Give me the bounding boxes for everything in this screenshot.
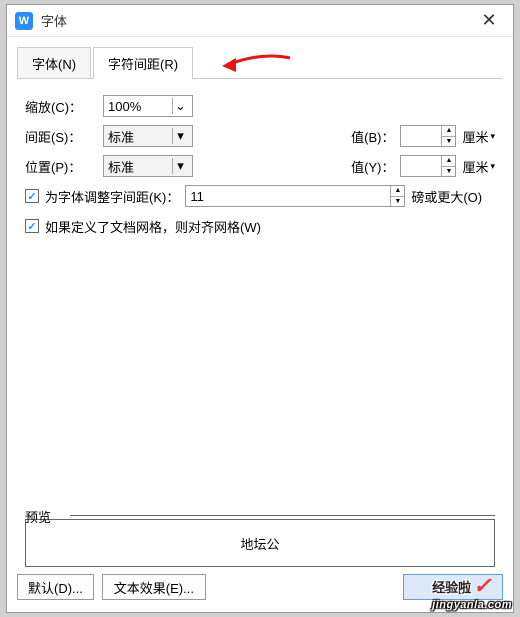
window-title: 字体	[41, 11, 473, 30]
scale-label: 缩放(C)：	[25, 97, 103, 116]
spacing-select[interactable]: 标准 ▾	[103, 125, 193, 147]
tab-char-spacing[interactable]: 字符间距(R)	[93, 47, 193, 79]
kerning-label: 为字体调整字间距(K)：	[45, 187, 179, 206]
font-dialog: W 字体 ✕ 字体(N) 字符间距(R) 缩放(C)： 100% ⌄ 间距(S)…	[6, 4, 514, 613]
annotation-arrow	[222, 52, 292, 74]
kerning-value-text: 11	[186, 186, 390, 206]
preview-divider	[70, 515, 495, 516]
spin-up-icon[interactable]: ▲	[442, 126, 455, 137]
snap-label: 如果定义了文档网格，则对齐网格(W)	[45, 217, 261, 236]
spacing-unit[interactable]: 厘米 ▾	[462, 127, 495, 146]
app-icon: W	[15, 12, 33, 30]
default-button[interactable]: 默认(D)...	[17, 574, 94, 600]
preview-label: 预览	[25, 507, 495, 530]
row-snap: ✓ 如果定义了文档网格，则对齐网格(W)	[25, 213, 495, 239]
watermark-zh: 经验啦	[432, 577, 471, 596]
tri-down-icon: ▾	[172, 158, 188, 174]
kerning-suffix: 磅或更大(O)	[411, 187, 482, 206]
tab-font[interactable]: 字体(N)	[17, 47, 91, 79]
row-spacing: 间距(S)： 标准 ▾ 值(B)： ▲ ▼ 厘米	[25, 123, 495, 149]
watermark: 经验啦 ✓ jingyanla.com	[432, 573, 512, 611]
position-value-input[interactable]: ▲ ▼	[400, 155, 456, 177]
row-kerning: ✓ 为字体调整字间距(K)： 11 ▲ ▼ 磅或更大(O)	[25, 183, 495, 209]
spinner-buttons[interactable]: ▲ ▼	[441, 156, 455, 176]
position-unit-text: 厘米	[462, 157, 488, 176]
spacing-value-label: 值(B)：	[334, 127, 394, 146]
position-value-text	[401, 156, 441, 176]
preview-label-wrap: 预览	[25, 507, 495, 519]
spinner-buttons[interactable]: ▲ ▼	[441, 126, 455, 146]
spacing-label: 间距(S)：	[25, 127, 103, 146]
chevron-down-icon: ⌄	[172, 98, 188, 114]
position-value-pair: 值(Y)： ▲ ▼ 厘米 ▾	[334, 155, 495, 177]
spin-down-icon[interactable]: ▼	[391, 197, 404, 207]
tri-down-icon: ▾	[172, 128, 188, 144]
scale-select[interactable]: 100% ⌄	[103, 95, 193, 117]
close-button[interactable]: ✕	[473, 7, 505, 35]
spinner-buttons[interactable]: ▲ ▼	[390, 186, 404, 206]
scale-value: 100%	[108, 99, 172, 114]
spacing-unit-text: 厘米	[462, 127, 488, 146]
spacing-value-text	[401, 126, 441, 146]
tri-down-icon: ▾	[490, 131, 495, 142]
snap-checkbox[interactable]: ✓	[25, 219, 39, 233]
tab-content: 缩放(C)： 100% ⌄ 间距(S)： 标准 ▾ 值(B)：	[17, 79, 503, 567]
position-value: 标准	[108, 157, 172, 176]
check-icon: ✓	[473, 573, 491, 599]
preview-text: 地坛公	[240, 534, 279, 553]
watermark-top: 经验啦 ✓	[432, 573, 512, 599]
spin-up-icon[interactable]: ▲	[442, 156, 455, 167]
position-label: 位置(P)：	[25, 157, 103, 176]
spin-down-icon[interactable]: ▼	[442, 167, 455, 177]
spacing-value-input[interactable]: ▲ ▼	[400, 125, 456, 147]
tri-down-icon: ▾	[490, 161, 495, 172]
position-value-label: 值(Y)：	[334, 157, 394, 176]
body-area: 字体(N) 字符间距(R) 缩放(C)： 100% ⌄ 间距(S)： 标准 ▾ …	[7, 37, 513, 567]
spacing-value-pair: 值(B)： ▲ ▼ 厘米 ▾	[334, 125, 495, 147]
content-spacer	[25, 243, 495, 507]
watermark-url: jingyanla.com	[432, 599, 512, 611]
row-scale: 缩放(C)： 100% ⌄	[25, 93, 495, 119]
kerning-checkbox[interactable]: ✓	[25, 189, 39, 203]
spin-up-icon[interactable]: ▲	[391, 186, 404, 197]
titlebar: W 字体 ✕	[7, 5, 513, 37]
text-effect-button[interactable]: 文本效果(E)...	[102, 574, 206, 600]
row-position: 位置(P)： 标准 ▾ 值(Y)： ▲ ▼ 厘米	[25, 153, 495, 179]
position-unit[interactable]: 厘米 ▾	[462, 157, 495, 176]
kerning-value-input[interactable]: 11 ▲ ▼	[185, 185, 405, 207]
position-select[interactable]: 标准 ▾	[103, 155, 193, 177]
spin-down-icon[interactable]: ▼	[442, 137, 455, 147]
spacing-value: 标准	[108, 127, 172, 146]
